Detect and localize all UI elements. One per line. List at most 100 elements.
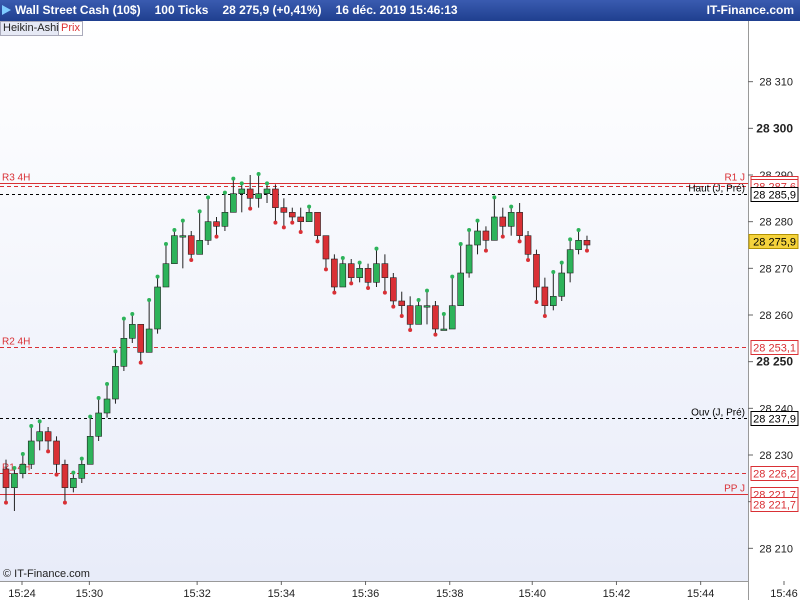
- candle-marker: [46, 449, 51, 454]
- candle-body: [162, 263, 170, 288]
- candle: [440, 312, 448, 331]
- candle-body: [154, 286, 161, 330]
- candle: [230, 176, 237, 213]
- candle-marker: [214, 234, 219, 239]
- candle-marker: [332, 290, 337, 295]
- candle-marker: [265, 181, 270, 186]
- y-tick-label: 28 230: [759, 450, 793, 462]
- candle-marker: [349, 281, 354, 286]
- candle-marker: [340, 256, 345, 260]
- candle-body: [583, 240, 591, 246]
- candle-marker: [12, 466, 17, 470]
- candle-body: [11, 473, 18, 488]
- candle-body: [78, 464, 86, 479]
- candle-marker: [147, 298, 152, 302]
- candle-body: [36, 431, 43, 442]
- candle-body: [533, 254, 540, 288]
- candle-marker: [54, 472, 59, 477]
- candle: [381, 254, 389, 295]
- candle-marker: [197, 209, 202, 214]
- candle: [423, 288, 431, 325]
- candle-marker: [408, 328, 413, 332]
- candle-marker: [307, 204, 312, 209]
- level-value: 28 226,2: [753, 469, 796, 481]
- candle: [246, 175, 254, 211]
- tab-heikin-ashi[interactable]: Heikin-Ashi: [0, 21, 62, 36]
- candle: [558, 260, 566, 301]
- candle-marker: [79, 456, 84, 461]
- candle-body: [432, 305, 439, 330]
- candle-body: [120, 338, 128, 367]
- candle: [331, 254, 338, 295]
- candlestick-chart[interactable]: 28 21028 22028 23028 24028 25028 26028 2…: [0, 0, 800, 600]
- candle-body: [566, 249, 574, 274]
- candle-marker: [189, 258, 194, 262]
- candle-marker: [180, 218, 185, 223]
- candle: [162, 242, 170, 288]
- candle: [339, 256, 347, 288]
- candle: [53, 436, 60, 477]
- candle-marker: [483, 248, 488, 253]
- x-tick-label: 15:38: [436, 588, 464, 600]
- candle-body: [53, 440, 60, 465]
- candle: [27, 424, 35, 469]
- candle-marker: [231, 176, 236, 181]
- candle-marker: [526, 258, 531, 262]
- candle-body: [288, 212, 296, 218]
- current-price-label: 28 275,9: [753, 237, 796, 249]
- candle-marker: [534, 300, 539, 304]
- candle: [263, 181, 271, 203]
- candle: [44, 427, 52, 454]
- y-tick-label: 28 300: [756, 121, 793, 135]
- candle: [297, 207, 305, 234]
- x-tick-label: 15:42: [603, 588, 631, 600]
- candle-marker: [433, 332, 438, 337]
- candle-body: [322, 235, 330, 260]
- candle: [288, 207, 296, 225]
- candle-body: [474, 230, 481, 246]
- site-name[interactable]: IT-Finance.com: [707, 3, 794, 17]
- candle-body: [339, 263, 347, 288]
- candle-body: [390, 277, 397, 302]
- candle-marker: [121, 316, 126, 321]
- candle: [549, 270, 557, 311]
- level-value: 28 221,7: [753, 500, 796, 512]
- candle-marker: [551, 270, 556, 274]
- level-label-left: R2 4H: [2, 337, 30, 348]
- candle-marker: [256, 172, 261, 176]
- candle-marker: [290, 220, 295, 225]
- candle-body: [27, 440, 35, 465]
- y-tick-label: 28 210: [759, 543, 793, 555]
- candle-marker: [96, 396, 101, 400]
- tab-prix[interactable]: Prix: [58, 21, 83, 36]
- candle-body: [112, 366, 119, 400]
- candle-body: [145, 328, 153, 353]
- candle: [19, 452, 27, 479]
- candle-marker: [441, 312, 446, 316]
- candle-body: [465, 244, 473, 274]
- candle: [457, 242, 464, 306]
- candle-body: [280, 207, 288, 213]
- level-label-left: R3 4H: [2, 173, 30, 184]
- candle-marker: [509, 204, 514, 209]
- candle: [499, 207, 507, 239]
- candle-body: [507, 212, 515, 227]
- x-tick-label: 15:24: [8, 588, 36, 600]
- instrument-name: Wall Street Cash (10$): [15, 3, 141, 17]
- candle: [129, 312, 136, 343]
- candle: [187, 231, 195, 262]
- candle-body: [61, 464, 69, 488]
- candle-marker: [113, 349, 118, 354]
- candle-body: [347, 263, 355, 278]
- copyright: © IT-Finance.com: [3, 568, 90, 580]
- timestamp: 16 déc. 2019 15:46:13: [335, 3, 458, 17]
- candle-body: [213, 221, 220, 227]
- candle-marker: [323, 267, 328, 272]
- y-tick-label: 28 310: [759, 77, 793, 89]
- candle-marker: [568, 237, 573, 242]
- candle-body: [95, 412, 102, 437]
- chart-header: Wall Street Cash (10$) 100 Ticks 28 275,9 …: [0, 0, 800, 21]
- candle: [482, 226, 490, 253]
- candle-body: [19, 464, 27, 474]
- tick-interval[interactable]: 100 Ticks: [155, 3, 209, 17]
